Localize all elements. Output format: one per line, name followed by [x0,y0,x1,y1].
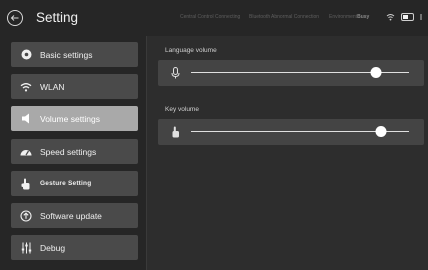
status-central-control: Central Control Connecting [180,14,241,20]
sidebar-item-label: Software update [40,210,102,221]
status-connection: Abnormal Connection [271,14,320,20]
basic-settings-icon [20,49,32,61]
back-arrow-icon [7,10,23,26]
sidebar-item-label: Debug [40,242,66,253]
sidebar-item-label: Gesture Setting [40,180,92,187]
key-volume-label: Key volume [165,106,199,113]
sidebar-item-label: Speed settings [40,146,97,157]
speaker-icon [20,113,32,125]
update-icon [20,209,32,222]
speedometer-icon [20,146,32,158]
language-volume-slider-thumb[interactable] [370,67,382,78]
wifi-icon [20,81,32,93]
cut-off-status-icon [420,14,422,20]
wifi-status-icon [386,14,395,21]
language-volume-slider-track[interactable] [191,67,409,78]
sidebar-item-volume-settings[interactable]: Volume settings [11,106,138,131]
status-bluetooth: Bluetooth [249,14,271,20]
debug-sliders-icon [20,242,32,254]
microphone-icon [168,66,182,80]
language-volume-label: Language volume [165,47,217,54]
sidebar-item-wlan[interactable]: WLAN [11,74,138,99]
sidebar-item-gesture-setting[interactable]: Gesture Setting [11,171,138,196]
status-environment-label: Environment [329,14,358,20]
page-title: Setting [36,10,79,25]
sidebar-item-software-update[interactable]: Software update [11,203,138,228]
status-environment-value: Busy [357,14,370,20]
language-volume-control [158,60,424,86]
settings-sidebar: Basic settings WLAN Volume settings Spee… [0,36,147,270]
sidebar-item-speed-settings[interactable]: Speed settings [11,139,138,164]
sidebar-item-label: WLAN [40,81,65,92]
toggle-status-icon [401,13,414,21]
touch-finger-icon [168,125,182,139]
key-volume-control [158,119,424,145]
key-volume-slider-thumb[interactable] [375,126,387,137]
header-bar: Setting Central Control Connecting Bluet… [0,0,428,36]
key-volume-slider-track[interactable] [191,126,409,137]
status-environment: EnvironmentBusy [329,14,369,20]
sidebar-item-basic-settings[interactable]: Basic settings [11,42,138,67]
sidebar-item-label: Basic settings [40,49,93,60]
sidebar-item-debug[interactable]: Debug [11,235,138,260]
sidebar-item-label: Volume settings [40,113,101,124]
gesture-hand-icon [20,178,32,190]
status-icons [386,11,424,23]
volume-settings-panel: Language volume Key volume [147,36,428,270]
back-button[interactable] [4,7,26,29]
